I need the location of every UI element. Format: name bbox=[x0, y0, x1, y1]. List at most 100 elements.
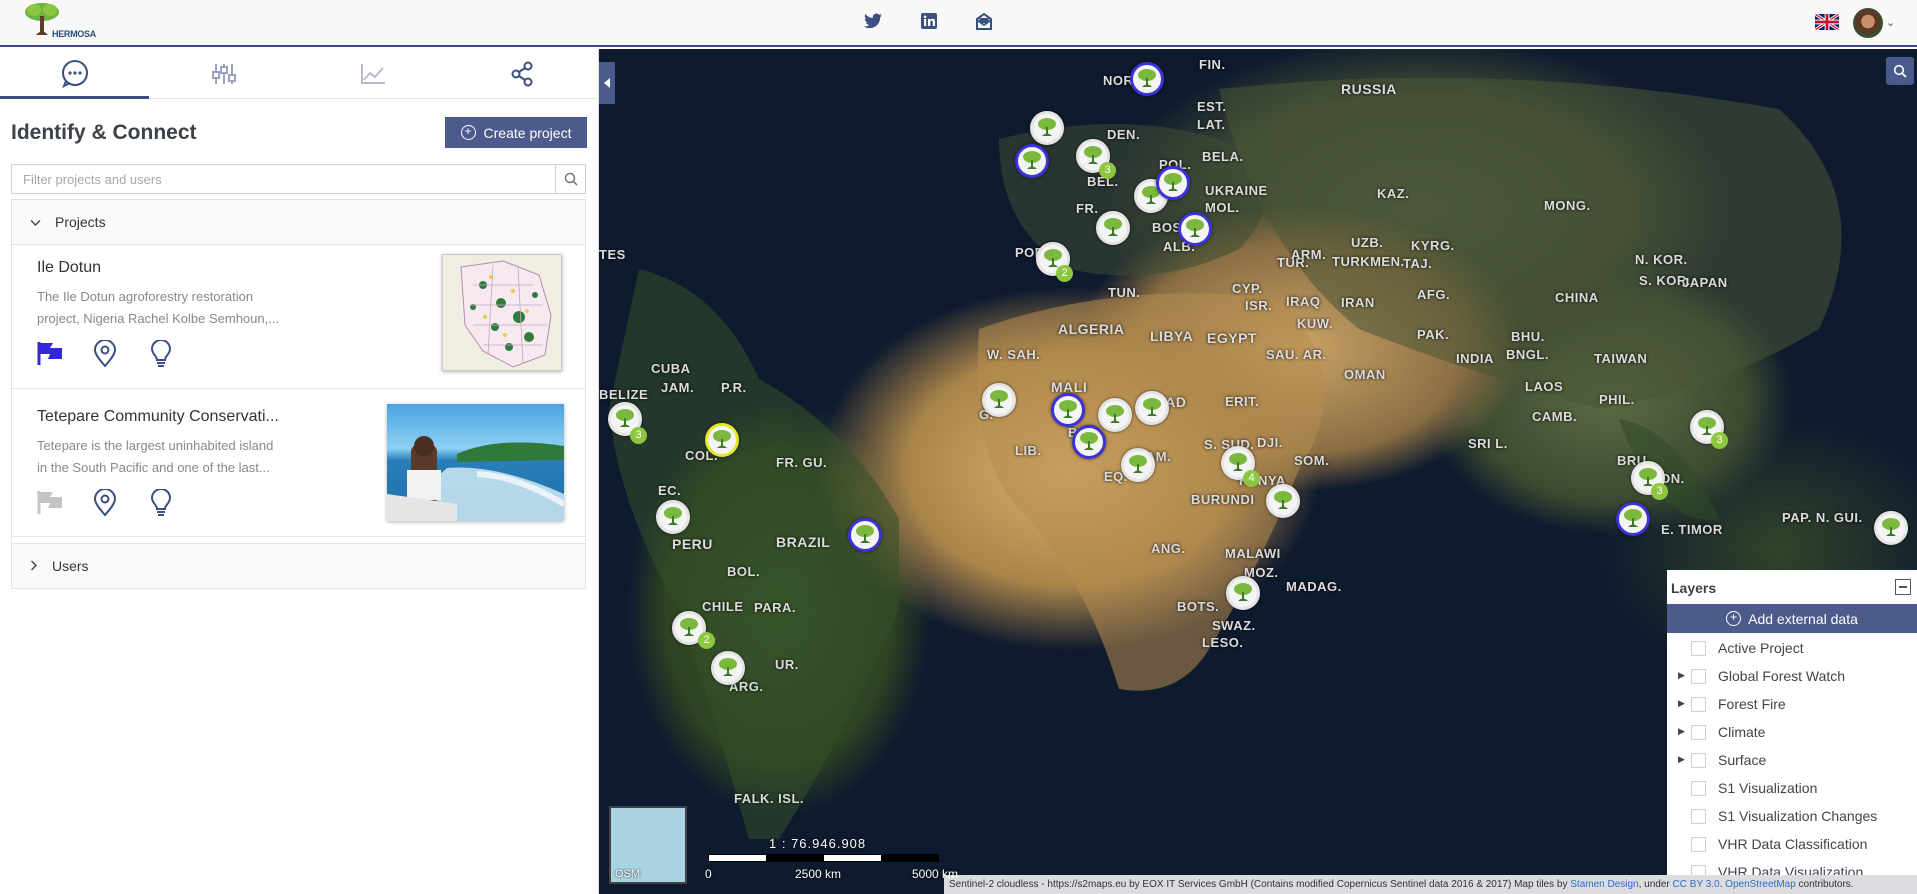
basemap-label: OSM bbox=[615, 868, 641, 880]
tab-share[interactable] bbox=[447, 49, 596, 99]
flag-icon[interactable] bbox=[37, 489, 63, 517]
location-pin-icon[interactable] bbox=[93, 488, 119, 517]
project-title[interactable]: Ile Dotun bbox=[37, 259, 417, 277]
linkedin-icon[interactable] bbox=[921, 13, 941, 33]
caret-right-icon[interactable]: ▶ bbox=[1678, 698, 1685, 709]
search-input[interactable] bbox=[12, 165, 556, 193]
world-map[interactable]: FIN. RUSSIA NOR. EST. LAT. DEN. BELA. PO… bbox=[599, 49, 1917, 894]
caret-right-icon[interactable]: ▶ bbox=[1678, 726, 1685, 737]
twitter-icon[interactable] bbox=[864, 13, 884, 33]
tab-identify-connect[interactable] bbox=[0, 49, 149, 99]
project-marker[interactable] bbox=[1135, 391, 1169, 425]
layer-checkbox[interactable] bbox=[1691, 725, 1706, 740]
project-marker[interactable] bbox=[705, 423, 739, 457]
layer-item-s1-visualization[interactable]: S1 Visualization bbox=[1667, 775, 1917, 803]
project-thumbnail[interactable] bbox=[442, 254, 562, 371]
tab-analysis[interactable] bbox=[149, 49, 298, 99]
layer-item-forest-fire[interactable]: ▶ Forest Fire bbox=[1667, 691, 1917, 719]
map-label: SOM. bbox=[1294, 453, 1330, 468]
cluster-count-badge[interactable]: 3 bbox=[1099, 162, 1116, 179]
project-marker[interactable] bbox=[1156, 166, 1190, 200]
map-label: INDIA bbox=[1456, 351, 1494, 366]
project-marker[interactable] bbox=[1098, 398, 1132, 432]
map-label: JAPAN bbox=[1682, 275, 1728, 290]
panel-tabs bbox=[0, 49, 599, 99]
layer-item-global-forest-watch[interactable]: ▶ Global Forest Watch bbox=[1667, 663, 1917, 691]
project-marker[interactable] bbox=[1030, 111, 1064, 145]
project-card[interactable]: Ile Dotun The Ile Dotun agroforestry res… bbox=[12, 244, 585, 389]
add-external-data-button[interactable]: + Add external data bbox=[1667, 604, 1917, 633]
layer-checkbox[interactable] bbox=[1691, 781, 1706, 796]
layer-item-vhr-data-classification[interactable]: VHR Data Classification bbox=[1667, 831, 1917, 859]
location-pin-icon[interactable] bbox=[93, 339, 119, 368]
cluster-count-badge[interactable]: 4 bbox=[1243, 470, 1260, 487]
avatar[interactable] bbox=[1853, 8, 1883, 38]
project-title[interactable]: Tetepare Community Conservati... bbox=[37, 408, 287, 426]
layer-checkbox[interactable] bbox=[1691, 753, 1706, 768]
map-label: LIBYA bbox=[1150, 328, 1194, 344]
basemap-switcher[interactable]: OSM bbox=[609, 806, 687, 884]
chevron-down-icon[interactable]: ⌄ bbox=[1886, 16, 1895, 29]
project-marker[interactable] bbox=[1874, 511, 1908, 545]
scale-label: 2500 km bbox=[795, 867, 842, 881]
cluster-count-badge[interactable]: 3 bbox=[1711, 432, 1728, 449]
project-marker[interactable] bbox=[1130, 62, 1164, 96]
layer-checkbox[interactable] bbox=[1691, 697, 1706, 712]
project-marker[interactable] bbox=[1616, 502, 1650, 536]
project-marker[interactable] bbox=[1121, 448, 1155, 482]
caret-right-icon[interactable]: ▶ bbox=[1678, 670, 1685, 681]
uk-flag-icon[interactable] bbox=[1815, 14, 1839, 30]
lightbulb-icon[interactable] bbox=[149, 488, 175, 517]
attribution-link-stamen[interactable]: Stamen Design bbox=[1570, 879, 1638, 890]
scale-label: 0 bbox=[705, 867, 712, 881]
tab-statistics[interactable] bbox=[298, 49, 447, 99]
lightbulb-icon[interactable] bbox=[149, 339, 175, 368]
project-marker[interactable] bbox=[1072, 425, 1106, 459]
create-project-button[interactable]: + Create project bbox=[445, 117, 587, 148]
newsletter-icon[interactable] bbox=[975, 12, 995, 33]
layer-checkbox[interactable] bbox=[1691, 641, 1706, 656]
search-icon bbox=[1893, 64, 1907, 78]
cluster-count-badge[interactable]: 2 bbox=[698, 632, 715, 649]
layer-item-active-project[interactable]: Active Project bbox=[1667, 635, 1917, 663]
project-marker[interactable] bbox=[1015, 144, 1049, 178]
projects-accordion-header[interactable]: Projects bbox=[11, 199, 586, 245]
cluster-count-badge[interactable]: 3 bbox=[1651, 483, 1668, 500]
tree-icon bbox=[1038, 118, 1056, 136]
cluster-count-badge[interactable]: 2 bbox=[1056, 265, 1073, 282]
project-description-line: Tetepare is the largest uninhabited isla… bbox=[37, 438, 274, 453]
project-card[interactable]: Tetepare Community Conservati... Tetepar… bbox=[12, 389, 585, 537]
project-marker[interactable] bbox=[1226, 576, 1260, 610]
map-label: PARA. bbox=[754, 600, 796, 615]
search-button[interactable] bbox=[555, 165, 585, 193]
attribution-link-license[interactable]: CC BY 3.0 bbox=[1673, 879, 1720, 890]
project-marker[interactable] bbox=[1051, 393, 1085, 427]
tree-icon bbox=[664, 507, 682, 525]
hermosa-logo[interactable]: HERMOSA bbox=[22, 2, 96, 42]
caret-right-icon[interactable]: ▶ bbox=[1678, 754, 1685, 765]
project-marker[interactable] bbox=[656, 500, 690, 534]
cluster-count-badge[interactable]: 3 bbox=[630, 427, 647, 444]
project-marker[interactable] bbox=[848, 518, 882, 552]
project-marker[interactable] bbox=[982, 383, 1016, 417]
map-label: FR. GU. bbox=[776, 455, 828, 470]
collapse-panel-button[interactable] bbox=[599, 62, 615, 104]
project-marker[interactable] bbox=[1096, 211, 1130, 245]
layer-checkbox[interactable] bbox=[1691, 865, 1706, 875]
flag-icon[interactable] bbox=[37, 340, 63, 368]
layer-checkbox[interactable] bbox=[1691, 809, 1706, 824]
project-marker[interactable] bbox=[711, 651, 745, 685]
project-marker[interactable] bbox=[1266, 484, 1300, 518]
layer-checkbox[interactable] bbox=[1691, 837, 1706, 852]
users-accordion-header[interactable]: Users bbox=[11, 543, 586, 589]
layer-item-s1-visualization-changes[interactable]: S1 Visualization Changes bbox=[1667, 803, 1917, 831]
map-search-button[interactable] bbox=[1886, 57, 1914, 85]
project-marker[interactable] bbox=[1178, 212, 1212, 246]
layer-checkbox[interactable] bbox=[1691, 669, 1706, 684]
attribution-link-osm[interactable]: OpenStreetMap bbox=[1725, 879, 1796, 890]
minimize-layers-button[interactable] bbox=[1895, 579, 1911, 595]
layer-item-surface[interactable]: ▶ Surface bbox=[1667, 747, 1917, 775]
project-thumbnail[interactable] bbox=[387, 404, 564, 521]
layer-item-vhr-data-visualization[interactable]: VHR Data Visualization bbox=[1667, 859, 1917, 875]
layer-item-climate[interactable]: ▶ Climate bbox=[1667, 719, 1917, 747]
